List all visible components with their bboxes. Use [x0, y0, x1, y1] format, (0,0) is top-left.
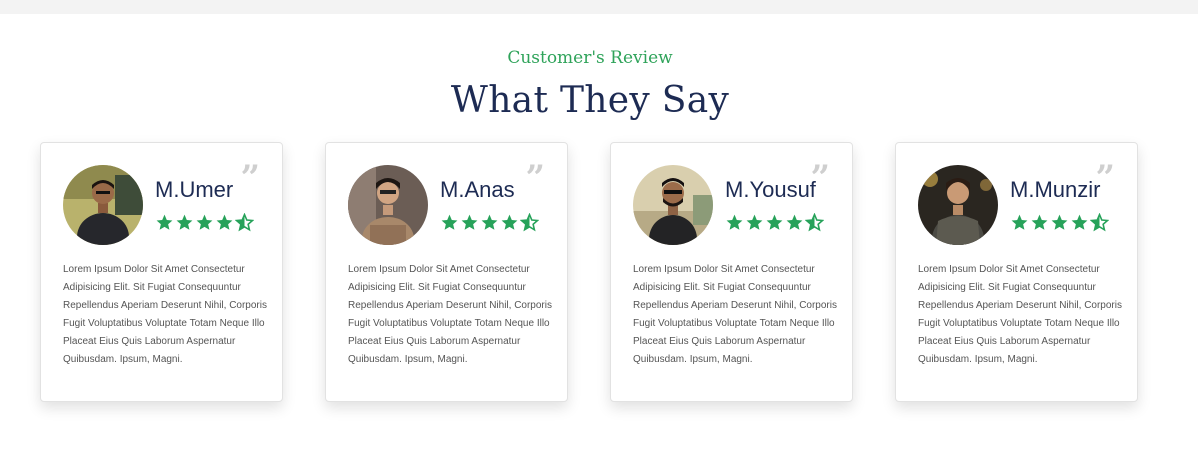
rating-stars: [725, 213, 824, 233]
star-icon: [726, 214, 743, 230]
star-icon: [501, 214, 518, 230]
star-icon: [441, 214, 458, 230]
star-icon: [196, 214, 213, 230]
quote-icon: ”: [240, 158, 260, 198]
star-icon: [1071, 214, 1088, 230]
quote-icon: ”: [810, 158, 830, 198]
review-text: Lorem Ipsum Dolor Sit Amet Consectetur A…: [633, 264, 837, 365]
star-half-icon: [805, 213, 824, 232]
quote-icon: ”: [525, 158, 545, 198]
review-card: M.Yousuf ” Lorem Ipsum Dolor Sit Amet Co…: [610, 142, 853, 402]
star-icon: [461, 214, 478, 230]
reviewer-name: M.Munzir: [1010, 177, 1101, 202]
section-title: What They Say: [450, 80, 730, 121]
reviewer-name: M.Yousuf: [725, 177, 816, 202]
star-half-icon: [235, 213, 254, 232]
review-text: Lorem Ipsum Dolor Sit Amet Consectetur A…: [348, 264, 552, 365]
star-icon: [1051, 214, 1068, 230]
rating-stars: [440, 213, 539, 233]
avatar: [63, 165, 143, 245]
review-card: M.Munzir ” Lorem Ipsum Dolor Sit Amet Co…: [895, 142, 1138, 402]
rating-stars: [1010, 213, 1109, 233]
star-half-icon: [520, 213, 539, 232]
review-text: Lorem Ipsum Dolor Sit Amet Consectetur A…: [918, 264, 1122, 365]
reviewer-name: M.Umer: [155, 177, 234, 202]
star-icon: [156, 214, 173, 230]
reviewer-name: M.Anas: [440, 177, 515, 202]
section-subtitle: Customer's Review: [507, 48, 673, 68]
star-icon: [766, 214, 783, 230]
star-icon: [216, 214, 233, 230]
avatar: [348, 165, 428, 245]
star-icon: [786, 214, 803, 230]
avatar: [918, 165, 998, 245]
rating-stars: [155, 213, 254, 233]
quote-icon: ”: [1095, 158, 1115, 198]
review-card: M.Umer ” Lorem Ipsum Dolor Sit Amet Cons…: [40, 142, 283, 402]
star-icon: [1031, 214, 1048, 230]
star-icon: [746, 214, 763, 230]
avatar: [633, 165, 713, 245]
star-icon: [176, 214, 193, 230]
top-strip: [0, 0, 1198, 14]
star-icon: [1011, 214, 1028, 230]
star-icon: [481, 214, 498, 230]
review-card: M.Anas ” Lorem Ipsum Dolor Sit Amet Cons…: [325, 142, 568, 402]
star-half-icon: [1090, 213, 1109, 232]
review-text: Lorem Ipsum Dolor Sit Amet Consectetur A…: [63, 264, 267, 365]
